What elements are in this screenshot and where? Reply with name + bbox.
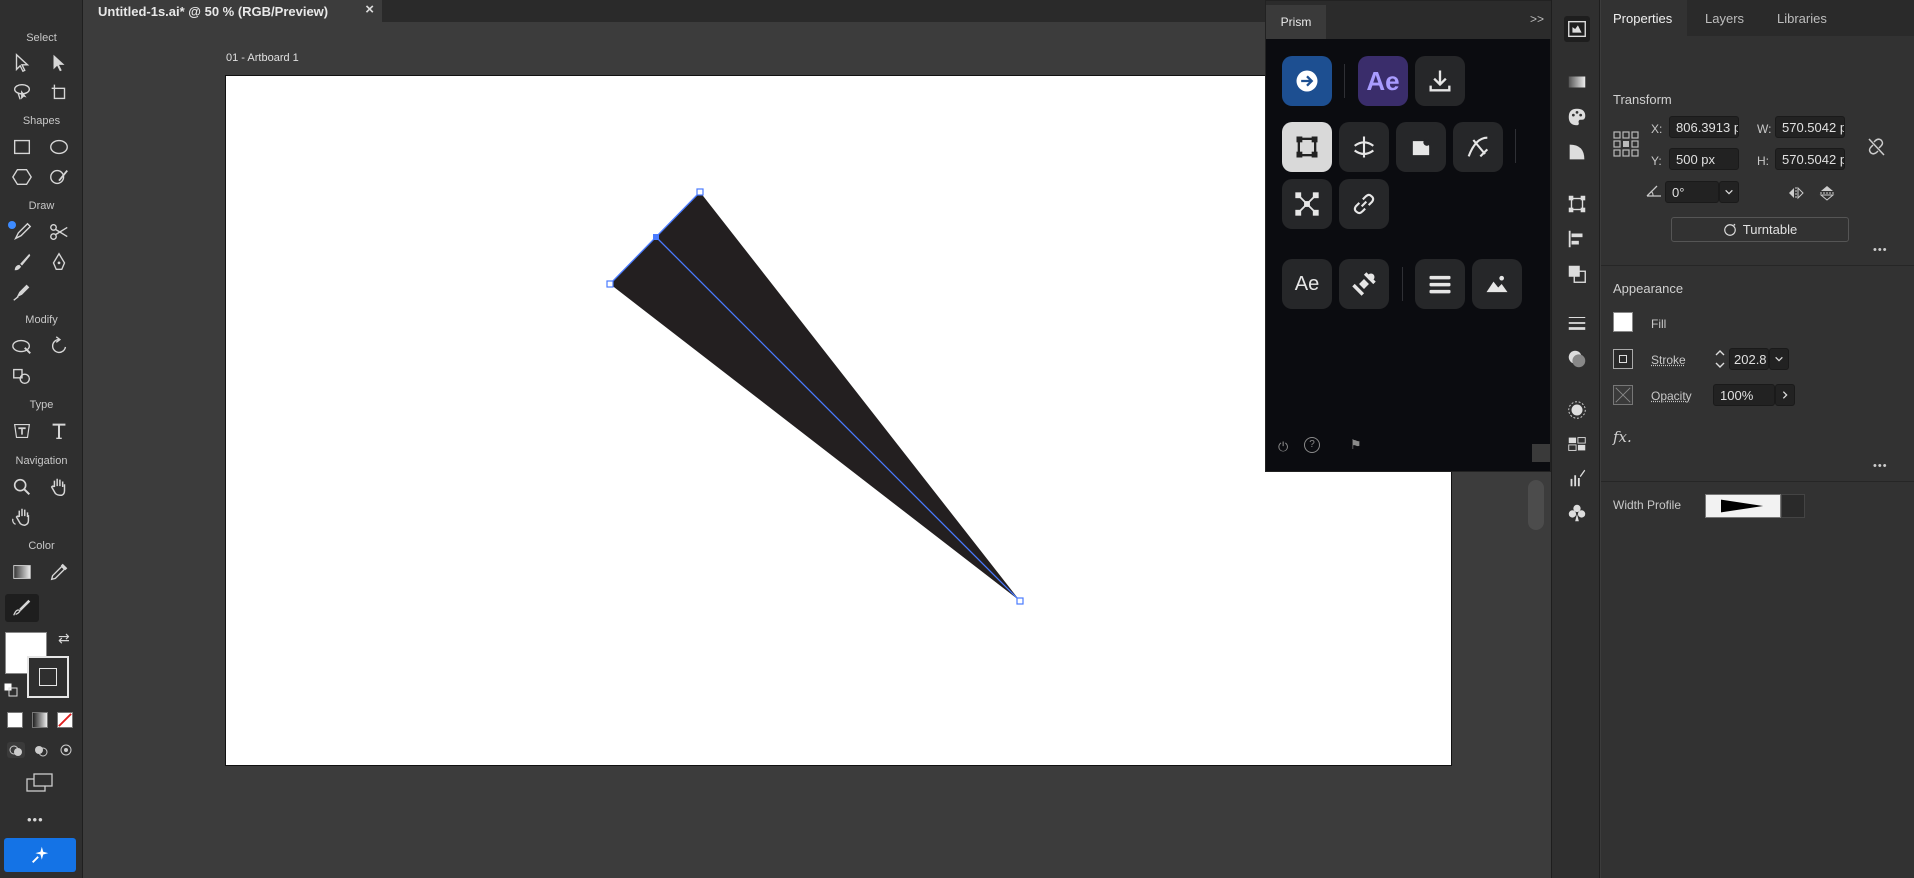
spin-shape-button[interactable] bbox=[1339, 122, 1389, 172]
path-edit-icon bbox=[1467, 136, 1489, 158]
width-profile-chevron-icon[interactable] bbox=[1781, 494, 1805, 518]
width-profile-label: Width Profile bbox=[1613, 498, 1682, 512]
appearance-more-options-icon[interactable]: ••• bbox=[1873, 460, 1888, 472]
rotate-dropdown-chevron-icon[interactable] bbox=[1719, 181, 1739, 203]
layers-stack-button[interactable] bbox=[1415, 259, 1465, 309]
color-guide-icon[interactable] bbox=[1564, 139, 1590, 165]
collapse-panel-icon[interactable]: >> bbox=[1530, 12, 1544, 26]
anchor-point-end bbox=[1016, 597, 1024, 605]
anchor-point-top bbox=[696, 188, 704, 196]
width-profile-dropdown[interactable] bbox=[1705, 494, 1781, 518]
after-effects-button[interactable]: Ae bbox=[1358, 56, 1408, 106]
resize-handle[interactable] bbox=[1532, 444, 1550, 462]
link-icon bbox=[1353, 193, 1375, 215]
flip-vertical-icon[interactable] bbox=[1819, 184, 1835, 202]
satellite-icon bbox=[1352, 272, 1376, 296]
x-label: X: bbox=[1651, 122, 1663, 136]
tab-libraries[interactable]: Libraries bbox=[1765, 0, 1839, 36]
reference-point-icon[interactable] bbox=[1613, 131, 1639, 157]
stroke-weight-chevron-icon[interactable] bbox=[1769, 348, 1789, 370]
width-profile-preview-icon bbox=[1721, 499, 1764, 513]
color-palette-icon[interactable] bbox=[1564, 104, 1590, 130]
transform-panel-icon[interactable] bbox=[1564, 191, 1590, 217]
rotate-angle-icon bbox=[1645, 182, 1663, 198]
appearance-heading: Appearance bbox=[1613, 281, 1684, 296]
download-button[interactable] bbox=[1415, 56, 1465, 106]
arrow-right-circle-icon bbox=[1296, 70, 1318, 92]
flip-horizontal-icon[interactable] bbox=[1787, 186, 1805, 200]
ae-text-icon: Ae bbox=[1294, 272, 1320, 295]
graphic-styles-icon[interactable] bbox=[1564, 431, 1590, 457]
tab-properties[interactable]: Properties bbox=[1601, 0, 1687, 36]
transform-heading: Transform bbox=[1613, 92, 1672, 107]
bounding-box-button[interactable] bbox=[1282, 122, 1332, 172]
prism-panel: Prism >> Ae Ae ⏻ ? ⚑ bbox=[1265, 0, 1552, 472]
w-field[interactable]: 570.5042 p bbox=[1775, 116, 1845, 138]
stroke-weight-field[interactable]: 202.8 bbox=[1729, 348, 1769, 370]
bounding-box-icon bbox=[1296, 136, 1318, 158]
satellite-button[interactable] bbox=[1339, 259, 1389, 309]
opacity-field[interactable]: 100% bbox=[1713, 384, 1775, 406]
grid-points-icon bbox=[1295, 192, 1319, 216]
fill-color-swatch[interactable] bbox=[1613, 312, 1633, 332]
gradient-panel-icon[interactable] bbox=[1564, 69, 1590, 95]
w-label: W: bbox=[1757, 122, 1772, 136]
effects-fx-icon[interactable]: fx. bbox=[1613, 428, 1632, 446]
prism-tabbar: Prism >> bbox=[1266, 1, 1552, 39]
h-label: H: bbox=[1757, 154, 1769, 168]
image-icon bbox=[1486, 275, 1508, 293]
opacity-label[interactable]: Opacity bbox=[1651, 389, 1692, 403]
link-button[interactable] bbox=[1339, 179, 1389, 229]
brushes-panel-icon[interactable] bbox=[1564, 465, 1590, 491]
align-panel-icon[interactable] bbox=[1564, 226, 1590, 252]
stroke-stepper-icon[interactable] bbox=[1713, 346, 1727, 372]
symbols-panel-icon[interactable] bbox=[1564, 500, 1590, 526]
y-field[interactable]: 500 px bbox=[1669, 148, 1739, 170]
constrain-proportions-icon[interactable] bbox=[1865, 136, 1887, 158]
transform-more-options-icon[interactable]: ••• bbox=[1873, 244, 1888, 256]
turntable-icon bbox=[1723, 223, 1736, 236]
properties-panel: Properties Layers Libraries Transform X:… bbox=[1601, 0, 1914, 878]
flag-icon[interactable]: ⚑ bbox=[1350, 437, 1362, 453]
anchor-point-mid bbox=[653, 234, 659, 240]
turntable-button[interactable]: Turntable bbox=[1671, 217, 1849, 242]
h-field[interactable]: 570.5042 p bbox=[1775, 148, 1845, 170]
rotate-field[interactable]: 0° bbox=[1665, 181, 1719, 203]
prism-tab[interactable]: Prism bbox=[1266, 5, 1326, 39]
transparency-panel-icon[interactable] bbox=[1564, 346, 1590, 372]
vertical-scrollbar[interactable] bbox=[1528, 480, 1544, 530]
path-tool-button[interactable] bbox=[1453, 122, 1503, 172]
shape-cutout-icon bbox=[1412, 138, 1431, 156]
help-icon[interactable]: ? bbox=[1304, 437, 1320, 453]
turntable-label: Turntable bbox=[1742, 222, 1798, 237]
panel-icon-strip bbox=[1551, 0, 1600, 878]
stack-icon bbox=[1429, 275, 1451, 294]
anchor-point-start bbox=[606, 280, 614, 288]
opacity-icon bbox=[1613, 385, 1633, 405]
ae-text-button[interactable]: Ae bbox=[1282, 259, 1332, 309]
prism-panel-icon[interactable] bbox=[1564, 16, 1590, 42]
fill-label: Fill bbox=[1651, 317, 1667, 331]
power-icon[interactable]: ⏻ bbox=[1278, 439, 1288, 455]
stroke-panel-icon[interactable] bbox=[1564, 310, 1590, 336]
stroke-color-swatch[interactable] bbox=[1613, 349, 1633, 369]
x-field[interactable]: 806.3913 p bbox=[1669, 116, 1739, 138]
image-button[interactable] bbox=[1472, 259, 1522, 309]
shape-cutout-button[interactable] bbox=[1396, 122, 1446, 172]
appearance-panel-icon[interactable] bbox=[1564, 397, 1590, 423]
export-arrow-button[interactable] bbox=[1282, 56, 1332, 106]
stroke-label[interactable]: Stroke bbox=[1651, 353, 1686, 367]
properties-tabs: Properties Layers Libraries bbox=[1601, 0, 1914, 36]
grid-points-button[interactable] bbox=[1282, 179, 1332, 229]
pathfinder-panel-icon[interactable] bbox=[1564, 261, 1590, 287]
download-icon bbox=[1429, 70, 1451, 92]
tab-layers[interactable]: Layers bbox=[1693, 0, 1756, 36]
spin-icon bbox=[1354, 136, 1374, 158]
y-label: Y: bbox=[1651, 154, 1662, 168]
after-effects-icon: Ae bbox=[1366, 65, 1400, 96]
opacity-chevron-icon[interactable] bbox=[1775, 384, 1795, 406]
